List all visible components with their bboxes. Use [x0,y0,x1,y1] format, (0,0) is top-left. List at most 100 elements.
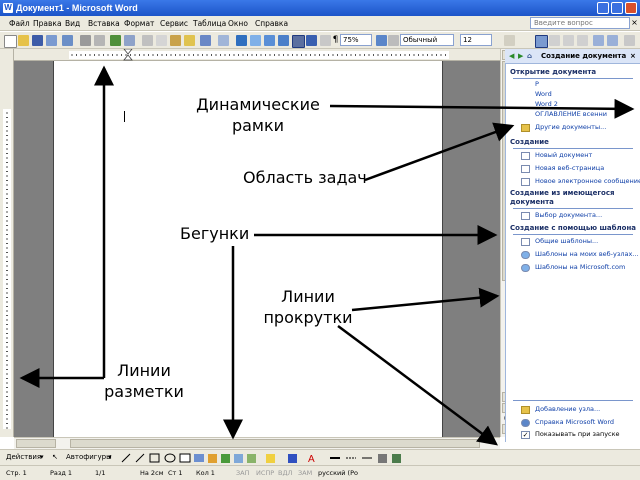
menu-edit[interactable]: Правка [30,17,65,30]
status-ext[interactable]: ВДЛ [278,469,292,478]
dropdown-arrow-icon[interactable]: ▾ [40,453,44,461]
cut-icon[interactable] [142,35,153,46]
paste-icon[interactable] [170,35,181,46]
align-center-icon[interactable] [549,35,560,46]
tables-borders-icon[interactable] [250,35,261,46]
copy-icon[interactable] [156,35,167,46]
new-email-link[interactable]: Новое электронное сообщение [535,177,640,185]
line-color-icon[interactable] [288,454,297,463]
numbering-icon[interactable] [593,35,604,46]
clipart-icon[interactable] [234,454,243,463]
task-pane-close-icon[interactable]: × [630,49,636,64]
vertical-ruler[interactable] [0,49,14,437]
menu-help[interactable]: Справка [252,17,291,30]
select-objects-icon[interactable]: ↖ [52,453,58,461]
shadow-icon[interactable] [378,454,387,463]
general-templates-link[interactable]: Общие шаблоны... [535,237,598,245]
show-at-startup-checkbox[interactable]: ✓ [521,431,530,439]
status-ovr[interactable]: ЗАМ [298,469,312,478]
add-place-link[interactable]: Добавление узла... [535,405,600,413]
help-search-input[interactable]: Введите вопрос [530,17,630,29]
columns-icon[interactable] [292,35,305,48]
new-web-page-link[interactable]: Новая веб-страница [535,164,604,172]
open-folder-icon[interactable] [18,35,29,46]
3d-icon[interactable] [392,454,401,463]
rectangle-tool-icon[interactable] [149,453,160,463]
vertical-textbox-icon[interactable] [194,454,204,462]
recent-file-4[interactable]: ОГЛАВЛЕНИЕ всенни [535,110,607,118]
choose-document-link[interactable]: Выбор документа... [535,211,602,219]
zoom-select[interactable]: 75% [340,34,372,46]
close-document-button[interactable]: × [630,17,639,29]
forward-icon[interactable]: ▶ [518,49,523,64]
toolbar-more-icon[interactable] [624,35,635,46]
insert-table-icon[interactable] [264,35,275,46]
word-app-icon[interactable]: W [3,3,13,13]
research-icon[interactable] [124,35,135,46]
horizontal-scroll-thumb[interactable] [70,439,480,448]
undo-icon[interactable] [200,35,211,46]
indent-marker-icon[interactable] [123,49,135,61]
maximize-button[interactable] [611,2,623,14]
minimize-button[interactable] [597,2,609,14]
hyperlink-icon[interactable] [236,35,247,46]
recent-file-2[interactable]: Word [535,90,552,98]
align-left-icon[interactable] [535,35,548,48]
status-rec[interactable]: ЗАП [236,469,250,478]
autoshapes-menu[interactable]: Автофигуры [66,453,112,461]
oval-tool-icon[interactable] [164,453,176,463]
spelling-icon[interactable] [110,35,121,46]
back-icon[interactable]: ◀ [509,49,514,64]
dropdown-arrow-icon[interactable]: ▾ [108,453,112,461]
menu-view[interactable]: Вид [62,17,83,30]
diagram-icon[interactable] [221,454,230,463]
new-document-link[interactable]: Новый документ [535,151,592,159]
save-icon[interactable] [32,35,43,46]
permission-icon[interactable] [46,35,57,46]
bullets-icon[interactable] [607,35,618,46]
actions-menu[interactable]: Действия [6,453,41,461]
font-color-icon[interactable]: A [308,454,315,465]
fill-color-icon[interactable] [266,454,275,463]
my-websites-templates-link[interactable]: Шаблоны на моих веб-узлах... [535,250,639,258]
recent-file-1[interactable]: Р [535,80,539,88]
menu-insert[interactable]: Вставка [85,17,123,30]
font-size-select[interactable]: 12 [460,34,492,46]
horizontal-scrollbar[interactable] [14,437,500,449]
menu-table[interactable]: Таблица [190,17,229,30]
close-button[interactable] [625,2,637,14]
print-icon[interactable] [80,35,91,46]
microsoft-com-templates-link[interactable]: Шаблоны на Microsoft.com [535,263,625,271]
align-right-icon[interactable] [563,35,574,46]
horizontal-ruler[interactable] [14,49,500,61]
insert-excel-icon[interactable] [278,35,289,46]
menu-window[interactable]: Окно [225,17,251,30]
task-pane-title[interactable]: Создание документа [541,49,626,64]
drawing-icon[interactable] [306,35,317,46]
email-icon[interactable] [62,35,73,46]
line-tool-icon[interactable] [121,453,131,463]
format-painter-icon[interactable] [184,35,195,46]
picture-icon[interactable] [247,454,256,463]
menu-file[interactable]: Файл [6,17,33,30]
arrow-tool-icon[interactable] [135,453,145,463]
recent-file-3[interactable]: Word 2 [535,100,558,108]
word-help-link[interactable]: Справка Microsoft Word [535,418,614,426]
textbox-tool-icon[interactable] [179,453,191,463]
microsoft-com-icon [521,264,530,272]
style-select[interactable]: Обычный [400,34,454,46]
toolbar-options-icon[interactable] [504,35,515,46]
view-buttons[interactable] [16,439,56,448]
justify-icon[interactable] [577,35,588,46]
menu-tools[interactable]: Сервис [157,17,191,30]
status-trk[interactable]: ИСПР [256,469,274,478]
menu-format[interactable]: Формат [121,17,157,30]
more-documents-link[interactable]: Другие документы... [535,123,606,131]
redo-icon[interactable] [218,35,229,46]
wordart-icon[interactable] [208,454,217,463]
help-icon[interactable] [376,35,387,46]
read-mode-icon[interactable] [388,35,399,46]
home-icon[interactable]: ⌂ [527,49,532,64]
new-document-icon[interactable] [4,35,17,48]
print-preview-icon[interactable] [94,35,105,46]
